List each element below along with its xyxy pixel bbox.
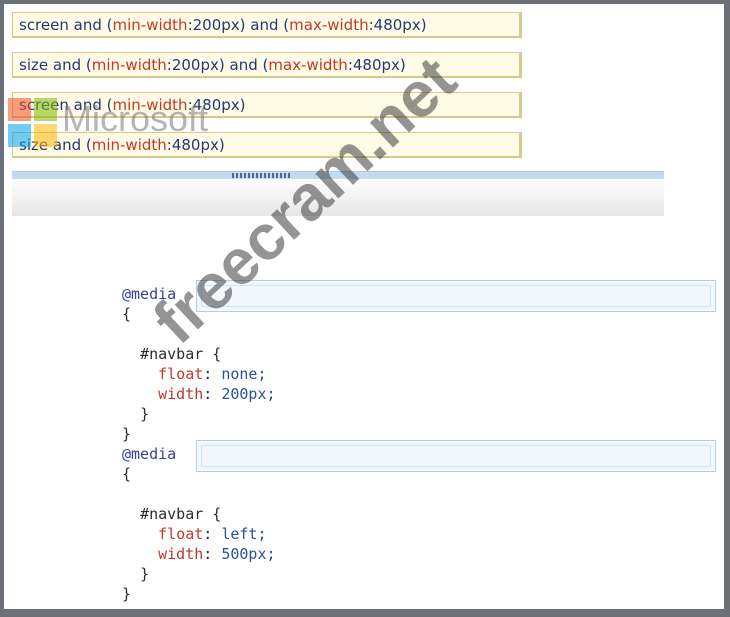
drop-target-1[interactable]	[196, 280, 716, 312]
logo-text: Microsoft	[62, 98, 209, 139]
logo-yellow-square-icon	[34, 124, 57, 147]
logo-red-square-icon	[8, 98, 31, 121]
selector: #navbar {	[140, 505, 222, 523]
drop-target-2[interactable]	[196, 440, 716, 472]
microsoft-logo: Microsoft	[4, 94, 244, 154]
media-keyword: @media	[122, 445, 177, 463]
logo-green-square-icon	[34, 98, 57, 121]
open-brace: {	[122, 465, 132, 483]
logo-blue-square-icon	[8, 124, 31, 147]
question-frame: screen and (min-width:200px) and (max-wi…	[4, 4, 724, 609]
option-screen-min200-max480[interactable]: screen and (min-width:200px) and (max-wi…	[12, 12, 522, 38]
open-brace: {	[122, 305, 132, 323]
